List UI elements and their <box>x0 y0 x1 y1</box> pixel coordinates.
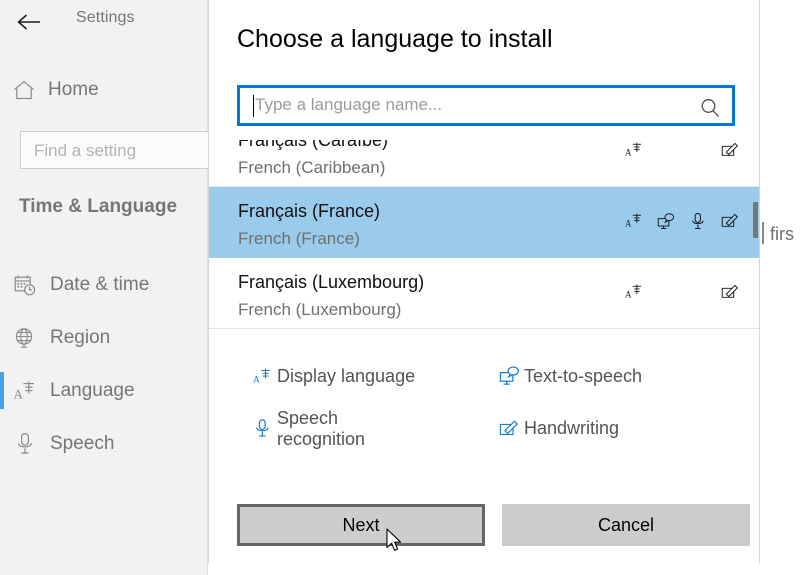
svg-text:A: A <box>625 148 632 158</box>
language-feature-icons: A <box>625 282 739 302</box>
settings-sidebar: Settings Home Find a setting Time & Lang… <box>0 0 216 575</box>
home-icon <box>0 80 48 100</box>
svg-text:A: A <box>14 386 24 401</box>
legend-item-label: Speech recognition <box>277 408 366 449</box>
handwriting-icon <box>494 419 524 438</box>
sidebar-title: Settings <box>76 9 135 26</box>
language-english-name: French (France) <box>238 229 360 248</box>
legend-item-handwriting: Handwriting <box>494 418 619 439</box>
language-native-name: Français (France) <box>238 201 381 221</box>
legend-item-speech-recognition: Speech recognition <box>247 408 417 449</box>
scrollbar-thumb[interactable] <box>753 202 758 238</box>
legend-item-label: Display language <box>277 366 416 386</box>
globe-icon <box>0 327 50 349</box>
microphone-icon <box>247 418 277 439</box>
sidebar-item-label: Region <box>50 326 111 348</box>
display-language-icon: A <box>625 140 643 160</box>
language-list[interactable]: Français (Caraïbe) French (Caribbean) A <box>209 140 759 359</box>
handwriting-icon <box>721 140 739 160</box>
feature-legend: A Display language Text-to-speech Speech… <box>209 360 759 478</box>
display-language-icon: A <box>625 282 643 302</box>
choose-language-dialog: Choose a language to install Type a lang… <box>208 0 760 563</box>
next-button[interactable]: Next <box>237 504 485 546</box>
selection-indicator <box>0 372 4 409</box>
sidebar-item-date-time[interactable]: Date & time <box>0 258 208 311</box>
sidebar-item-label: Language <box>50 379 135 401</box>
language-search-input[interactable]: Type a language name... <box>237 85 735 126</box>
text-to-speech-icon <box>494 366 524 386</box>
text-caret <box>253 95 254 117</box>
calendar-clock-icon <box>0 274 50 296</box>
language-english-name: French (Luxembourg) <box>238 300 402 319</box>
dialog-title: Choose a language to install <box>237 25 553 53</box>
sidebar-item-home[interactable]: Home <box>0 72 208 108</box>
microphone-icon <box>0 432 50 456</box>
legend-item-display-language: A Display language <box>247 366 416 387</box>
text-to-speech-icon <box>657 211 675 231</box>
sidebar-section-title: Time & Language <box>19 196 178 217</box>
svg-text:A: A <box>625 290 632 300</box>
handwriting-icon <box>721 211 739 231</box>
cancel-button[interactable]: Cancel <box>502 504 750 546</box>
list-item[interactable]: Français (Caraïbe) French (Caribbean) A <box>209 140 759 187</box>
svg-text:A: A <box>625 219 632 229</box>
language-english-name: French (Caribbean) <box>238 158 386 177</box>
find-a-setting-placeholder: Find a setting <box>34 141 137 160</box>
display-language-icon: A <box>247 367 277 386</box>
search-icon[interactable] <box>698 96 722 125</box>
legend-item-label: Handwriting <box>524 418 620 438</box>
microphone-icon <box>689 211 707 231</box>
sidebar-item-language[interactable]: A Language <box>0 364 208 417</box>
language-native-name: Français (Caraïbe) <box>238 140 389 150</box>
sidebar-item-label: Speech <box>50 432 115 454</box>
handwriting-icon <box>721 282 739 302</box>
back-arrow-icon[interactable] <box>14 8 44 36</box>
settings-window: firs Settings Home Find a setting Time &… <box>0 0 800 575</box>
sidebar-item-label: Date & time <box>50 273 150 295</box>
background-clipped-text: firs <box>770 224 794 244</box>
list-item[interactable]: Français (Luxembourg) French (Luxembourg… <box>209 258 759 329</box>
background-text-caret <box>762 222 764 244</box>
language-list-scrollbar[interactable] <box>753 140 758 359</box>
legend-item-text-to-speech: Text-to-speech <box>494 366 642 387</box>
language-feature-icons: A <box>625 211 739 231</box>
display-language-icon: A <box>625 211 643 231</box>
sidebar-item-speech[interactable]: Speech <box>0 417 208 470</box>
sidebar-titlebar: Settings <box>0 0 208 44</box>
language-search-placeholder: Type a language name... <box>255 95 443 114</box>
legend-item-label: Text-to-speech <box>524 366 643 386</box>
sidebar-item-region[interactable]: Region <box>0 311 208 364</box>
svg-text:A: A <box>253 375 260 385</box>
language-feature-icons: A <box>625 140 739 160</box>
sidebar-nav-list: Date & time Region A Language Speech <box>0 258 208 470</box>
list-item[interactable]: Français (France) French (France) A <box>209 187 759 258</box>
sidebar-item-label: Home <box>48 79 99 100</box>
find-a-setting-input[interactable]: Find a setting <box>20 131 216 169</box>
display-language-icon: A <box>0 380 50 402</box>
language-native-name: Français (Luxembourg) <box>238 272 425 292</box>
